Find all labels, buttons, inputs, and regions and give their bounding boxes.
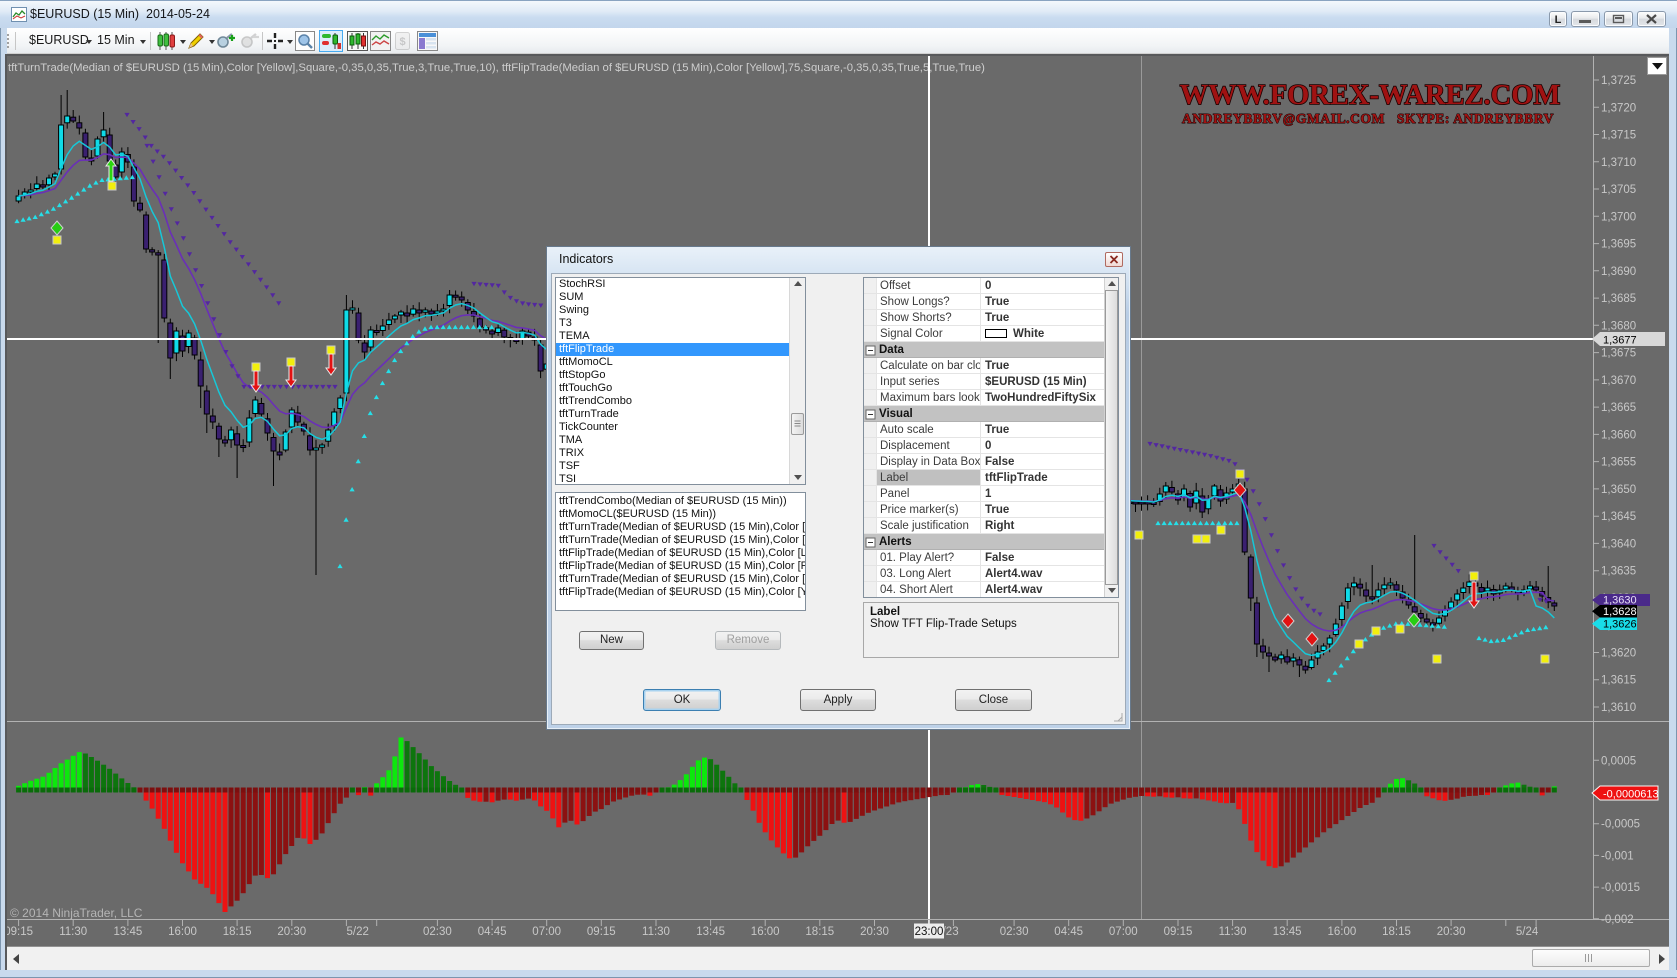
svg-text:© 2014 NinjaTrader, LLC: © 2014 NinjaTrader, LLC (10, 906, 143, 920)
svg-text:ANDREYBBRV@GMAIL.COM SKYPE:: ANDREYBBRV@GMAIL.COM SKYPE: ANDREYBBRV (1182, 111, 1554, 126)
svg-text:20:30: 20:30 (860, 926, 889, 938)
svg-text:1,3690: 1,3690 (1601, 266, 1636, 278)
svg-text:L: L (1555, 14, 1562, 26)
svg-text:1,3660: 1,3660 (1601, 429, 1636, 441)
svg-text:23:00: 23:00 (915, 926, 944, 938)
svg-text:1,3610: 1,3610 (1601, 702, 1636, 714)
svg-text:1,3628: 1,3628 (1603, 606, 1637, 618)
svg-text:1,3710: 1,3710 (1601, 157, 1636, 169)
svg-text:-0,0005: -0,0005 (1601, 819, 1640, 831)
svg-text:09:15: 09:15 (4, 926, 33, 938)
svg-text:1,3725: 1,3725 (1601, 75, 1636, 87)
svg-text:04:45: 04:45 (1054, 926, 1083, 938)
svg-text:1,3700: 1,3700 (1601, 211, 1636, 223)
svg-text:04:45: 04:45 (478, 926, 507, 938)
svg-text:1,3630: 1,3630 (1603, 595, 1637, 607)
svg-text:13:45: 13:45 (696, 926, 725, 938)
svg-text:18:15: 18:15 (1382, 926, 1411, 938)
svg-text:1,3665: 1,3665 (1601, 402, 1636, 414)
svg-text:0,0005: 0,0005 (1601, 755, 1636, 767)
svg-text:-0,001: -0,001 (1601, 850, 1634, 862)
svg-text:1,3720: 1,3720 (1601, 102, 1636, 114)
svg-text:1,3640: 1,3640 (1601, 538, 1636, 550)
svg-text:-0,002: -0,002 (1601, 914, 1634, 926)
svg-text:-0,0015: -0,0015 (1601, 882, 1640, 894)
svg-text:16:00: 16:00 (168, 926, 197, 938)
svg-text:1,3685: 1,3685 (1601, 293, 1636, 305)
svg-text:5/22: 5/22 (347, 926, 369, 938)
svg-text:20:30: 20:30 (277, 926, 306, 938)
svg-text:1,3675: 1,3675 (1601, 348, 1636, 360)
svg-text:1,3715: 1,3715 (1601, 130, 1636, 142)
svg-text:09:15: 09:15 (1164, 926, 1193, 938)
svg-text:1,3677: 1,3677 (1603, 335, 1637, 347)
svg-text:16:00: 16:00 (1328, 926, 1357, 938)
svg-text:11:30: 11:30 (642, 926, 670, 938)
svg-text:1,3626: 1,3626 (1603, 619, 1637, 631)
svg-text:02:30: 02:30 (423, 926, 452, 938)
svg-text:02:30: 02:30 (1000, 926, 1029, 938)
svg-text:18:15: 18:15 (223, 926, 252, 938)
svg-text:11:30: 11:30 (1219, 926, 1247, 938)
svg-text:-0,0000613: -0,0000613 (1603, 789, 1659, 801)
svg-text:18:15: 18:15 (805, 926, 834, 938)
svg-text:1,3615: 1,3615 (1601, 675, 1636, 687)
svg-text:5/24: 5/24 (1516, 926, 1539, 938)
svg-text:1,3655: 1,3655 (1601, 457, 1636, 469)
svg-text:07:00: 07:00 (1109, 926, 1138, 938)
svg-text:tftTurnTrade(Median of $EURUSD: tftTurnTrade(Median of $EURUSD (15 Min),… (8, 62, 985, 74)
svg-text:1,3695: 1,3695 (1601, 239, 1636, 251)
svg-text:11:30: 11:30 (59, 926, 87, 938)
svg-text:13:45: 13:45 (1273, 926, 1302, 938)
svg-text:16:00: 16:00 (751, 926, 780, 938)
svg-text:07:00: 07:00 (532, 926, 561, 938)
svg-text:1,3680: 1,3680 (1601, 320, 1636, 332)
svg-text:13:45: 13:45 (114, 926, 143, 938)
svg-text:20:30: 20:30 (1437, 926, 1466, 938)
svg-text:1,3645: 1,3645 (1601, 511, 1636, 523)
svg-text:1,3705: 1,3705 (1601, 184, 1636, 196)
svg-text:1,3670: 1,3670 (1601, 375, 1636, 387)
svg-text:$: $ (399, 36, 405, 48)
svg-text:1,3650: 1,3650 (1601, 484, 1636, 496)
svg-text:1,3620: 1,3620 (1601, 648, 1636, 660)
svg-text:1,3635: 1,3635 (1601, 566, 1636, 578)
svg-text:WWW.FOREX-WAREZ.COM: WWW.FOREX-WAREZ.COM (1180, 80, 1561, 111)
svg-text:09:15: 09:15 (587, 926, 616, 938)
